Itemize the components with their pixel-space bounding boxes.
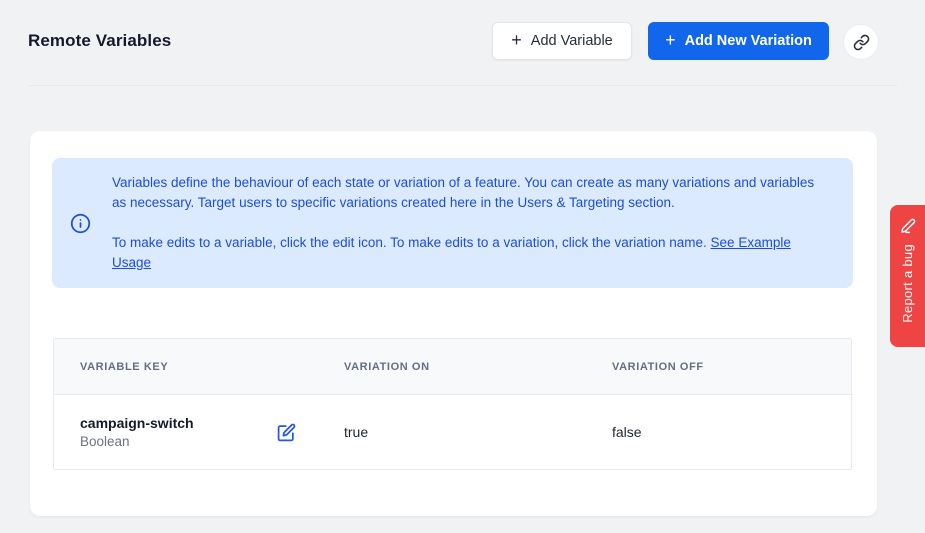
plus-icon: + [665,31,676,49]
header-divider [28,85,897,86]
info-icon [70,213,92,234]
add-new-variation-label: Add New Variation [685,33,812,49]
column-header-variable-key: VARIABLE KEY [54,339,318,394]
report-a-bug-tab[interactable]: Report a bug [890,205,925,347]
add-new-variation-button[interactable]: + Add New Variation [648,22,829,60]
info-banner: Variables define the behaviour of each s… [52,158,853,288]
variable-type: Boolean [80,434,194,449]
edit-icon [277,423,296,442]
add-variable-label: Add Variable [531,33,613,49]
column-header-variation-off: VARIATION OFF [586,339,851,394]
info-banner-text: Variables define the behaviour of each s… [112,173,829,273]
remote-variables-card: Variables define the behaviour of each s… [30,131,877,516]
add-variable-button[interactable]: + Add Variable [492,22,632,60]
table-row: campaign-switch Boolean true false [54,395,851,469]
plus-icon: + [511,31,522,49]
pencil-icon [900,218,916,234]
report-a-bug-label: Report a bug [900,244,915,323]
page-title: Remote Variables [28,31,171,51]
info-paragraph-2: To make edits to a variable, click the e… [112,233,829,273]
column-header-variation-on: VARIATION ON [318,339,586,394]
variables-table: VARIABLE KEY VARIATION ON VARIATION OFF … [53,338,852,470]
copy-link-button[interactable] [843,24,879,60]
table-header-row: VARIABLE KEY VARIATION ON VARIATION OFF [54,339,851,395]
variation-on-value: true [344,424,368,440]
variation-on-cell[interactable]: true [318,395,586,469]
variation-off-cell[interactable]: false [586,395,851,469]
variable-key-cell: campaign-switch Boolean [54,395,318,469]
edit-variable-button[interactable] [277,423,296,442]
info-paragraph-1: Variables define the behaviour of each s… [112,173,829,213]
variable-key-name: campaign-switch [80,415,194,431]
variation-off-value: false [612,424,642,440]
link-icon [853,34,870,51]
